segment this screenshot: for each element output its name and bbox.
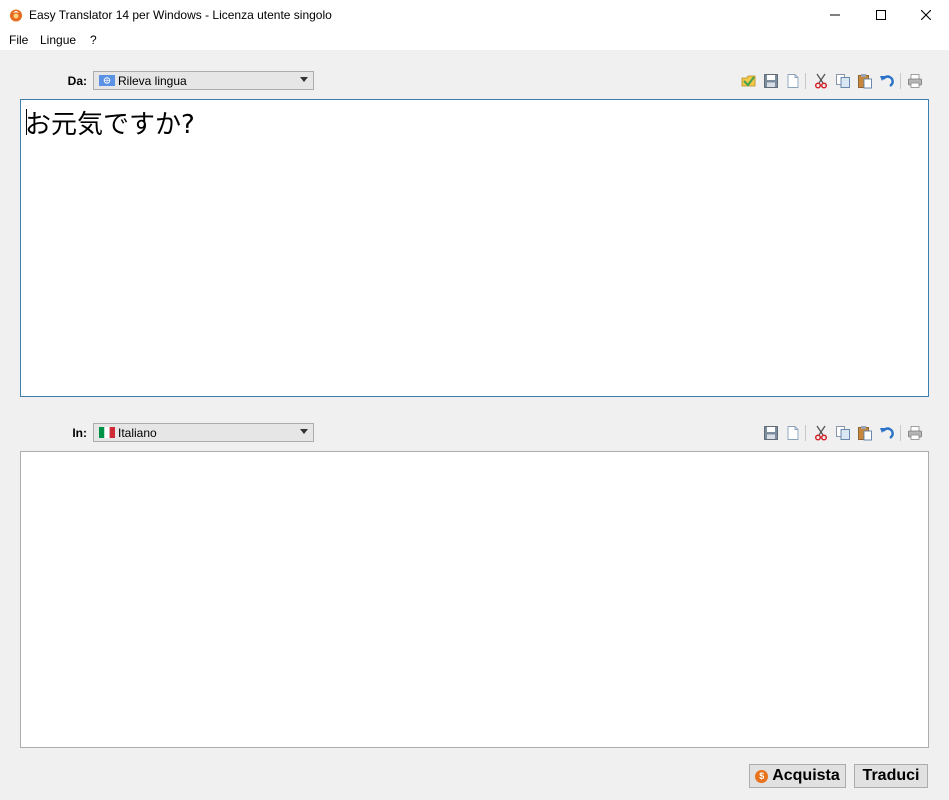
open-folder-icon — [741, 75, 756, 87]
undo-target-button[interactable] — [878, 424, 896, 442]
new-document-icon — [787, 426, 799, 440]
cut-icon — [814, 73, 828, 89]
paste-icon — [858, 426, 872, 441]
cut-icon — [814, 425, 828, 441]
buy-button[interactable]: $ Acquista — [749, 764, 846, 788]
cut-target-button[interactable] — [812, 424, 830, 442]
save-icon — [764, 426, 778, 440]
maximize-button[interactable] — [858, 0, 904, 30]
italy-flag-icon — [99, 427, 115, 438]
open-button[interactable] — [740, 72, 758, 90]
undo-icon — [880, 427, 894, 439]
minimize-icon — [830, 14, 840, 16]
target-text-area[interactable] — [20, 451, 929, 748]
menu-lingue[interactable]: Lingue — [40, 33, 76, 47]
target-language-value: Italiano — [118, 426, 157, 440]
menu-help[interactable]: ? — [90, 33, 97, 47]
chevron-down-icon — [300, 429, 308, 434]
save-icon — [764, 74, 778, 88]
source-language-value: Rileva lingua — [118, 74, 187, 88]
translate-button[interactable]: Traduci — [854, 764, 928, 788]
print-icon — [908, 74, 922, 88]
un-flag-icon — [99, 75, 115, 86]
source-language-label: Da: — [67, 74, 87, 88]
paste-source-button[interactable] — [856, 72, 874, 90]
chevron-down-icon — [300, 77, 308, 82]
window-title: Easy Translator 14 per Windows - Licenza… — [29, 8, 332, 22]
paste-icon — [858, 74, 872, 89]
print-icon — [908, 426, 922, 440]
coin-icon: $ — [755, 769, 769, 783]
copy-target-button[interactable] — [834, 424, 852, 442]
copy-source-button[interactable] — [834, 72, 852, 90]
title-bar: Easy Translator 14 per Windows - Licenza… — [0, 0, 949, 30]
translate-button-label: Traduci — [862, 767, 920, 784]
print-target-button[interactable] — [906, 424, 924, 442]
toolbar-separator — [805, 425, 806, 441]
source-language-select[interactable]: Rileva lingua — [93, 71, 314, 90]
paste-target-button[interactable] — [856, 424, 874, 442]
copy-icon — [836, 426, 850, 440]
main-panel: Da: Rileva lingua お元気ですか? In: Italiano $… — [0, 50, 949, 800]
toolbar-separator — [805, 73, 806, 89]
save-target-button[interactable] — [762, 424, 780, 442]
app-logo-icon — [10, 9, 22, 22]
toolbar-separator — [900, 73, 901, 89]
toolbar-separator — [900, 425, 901, 441]
target-language-label: In: — [72, 426, 87, 440]
cut-source-button[interactable] — [812, 72, 830, 90]
save-source-button[interactable] — [762, 72, 780, 90]
new-document-icon — [787, 74, 799, 88]
new-source-button[interactable] — [784, 72, 802, 90]
close-button[interactable] — [903, 0, 949, 30]
new-target-button[interactable] — [784, 424, 802, 442]
maximize-icon — [876, 10, 886, 20]
copy-icon — [836, 74, 850, 88]
undo-source-button[interactable] — [878, 72, 896, 90]
menu-file[interactable]: File — [9, 33, 28, 47]
print-source-button[interactable] — [906, 72, 924, 90]
text-caret — [26, 109, 27, 135]
undo-icon — [880, 75, 894, 87]
close-icon — [921, 10, 931, 20]
source-text: お元気ですか? — [25, 110, 195, 140]
source-text-area[interactable]: お元気ですか? — [20, 99, 929, 397]
buy-button-label: Acquista — [772, 767, 840, 784]
minimize-button[interactable] — [812, 0, 858, 30]
target-language-select[interactable]: Italiano — [93, 423, 314, 442]
menu-bar: File Lingue ? — [0, 30, 949, 50]
